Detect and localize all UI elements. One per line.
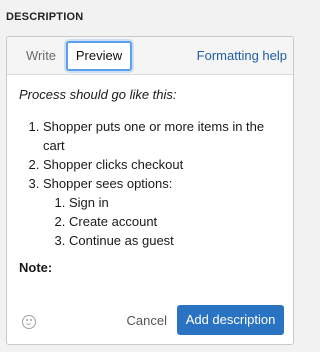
- list-item: Sign in: [69, 193, 283, 212]
- editor-tabbar: Write Preview Formatting help: [7, 37, 293, 75]
- cancel-button[interactable]: Cancel: [127, 313, 167, 328]
- list-item: Continue as guest: [69, 231, 283, 250]
- preview-intro: Process should go like this:: [19, 87, 177, 102]
- list-item: Create account: [69, 212, 283, 231]
- formatting-help-link[interactable]: Formatting help: [197, 48, 287, 63]
- list-item: Shopper puts one or more items in the ca…: [43, 117, 283, 155]
- steps-list: Shopper puts one or more items in the ca…: [19, 117, 283, 250]
- list-item: Shopper clicks checkout: [43, 155, 283, 174]
- editor-footer: Cancel Add description: [7, 304, 293, 344]
- smiley-icon[interactable]: [22, 315, 36, 329]
- tab-preview[interactable]: Preview: [66, 41, 132, 71]
- preview-content: Process should go like this: Shopper put…: [19, 87, 283, 276]
- tab-write[interactable]: Write: [13, 41, 69, 71]
- add-description-button[interactable]: Add description: [177, 305, 284, 335]
- section-title: DESCRIPTION: [6, 11, 84, 23]
- list-item: Shopper sees options: Sign in Create acc…: [43, 174, 283, 250]
- substeps-list: Sign in Create account Continue as guest: [43, 193, 283, 250]
- preview-note: Note:: [19, 260, 53, 275]
- description-editor: Write Preview Formatting help Process sh…: [6, 36, 294, 345]
- list-item-label: Shopper sees options:: [43, 176, 173, 191]
